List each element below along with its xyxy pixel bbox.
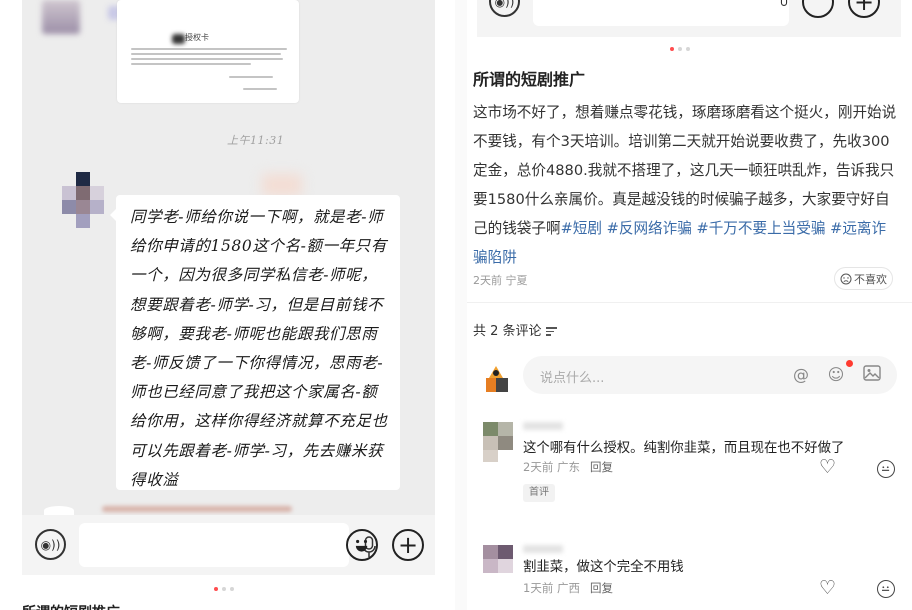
next-message-peek bbox=[44, 502, 94, 515]
heart-icon[interactable]: ♡ bbox=[819, 579, 836, 598]
comment-placeholder: 说点什么... bbox=[540, 371, 605, 386]
notification-dot bbox=[846, 360, 853, 367]
image-input-bar: ◉)) + bbox=[477, 0, 901, 37]
heart-icon[interactable]: ♡ bbox=[819, 458, 836, 477]
comment-count[interactable]: 共 2 条评论 bbox=[473, 320, 557, 339]
next-message-blur bbox=[102, 506, 292, 512]
commenter-avatar[interactable] bbox=[483, 422, 513, 462]
post-body: 这市场不好了，想着赚点零花钱，琢磨琢磨看这个挺火，刚开始说不要钱，有个3天培训。… bbox=[473, 98, 899, 272]
comment-count-label: 共 2 条评论 bbox=[473, 324, 542, 339]
emoji-icon[interactable]: ☺ bbox=[826, 365, 846, 385]
card-line bbox=[131, 53, 281, 55]
comment-time-location: 1天前 广西 bbox=[523, 581, 580, 595]
sad-face-icon bbox=[840, 273, 852, 284]
panel-divider bbox=[455, 0, 467, 610]
post-title: 所谓的短剧推广 bbox=[473, 70, 586, 89]
post-meta: 2天前 宁夏 bbox=[473, 274, 528, 287]
comment-input[interactable]: 说点什么... @ ☺ bbox=[523, 356, 897, 394]
commenter-avatar[interactable] bbox=[483, 545, 513, 585]
card-line bbox=[131, 58, 283, 60]
chat-input-bar: ◉)) + bbox=[22, 515, 435, 575]
card-footer-line bbox=[243, 88, 277, 90]
left-screenshot: 授权卡 上午11:31 同学老-师给你说一下啊，就是老-师给你申请的1580这个… bbox=[0, 0, 455, 610]
chat-area: 授权卡 上午11:31 同学老-师给你说一下啊，就是老-师给你申请的1580这个… bbox=[22, 0, 435, 515]
chat-text-input[interactable] bbox=[533, 0, 789, 26]
left-title-cut: 所谓的短剧推广 bbox=[22, 602, 120, 610]
message-text: 同学老-师给你说一下啊，就是老-师给你申请的1580这个名-额一年只有一个，因为… bbox=[130, 208, 388, 489]
hashtag[interactable]: #短剧 bbox=[561, 220, 602, 237]
plus-icon[interactable]: + bbox=[392, 529, 424, 561]
emoji-icon[interactable] bbox=[346, 529, 378, 561]
message-bubble[interactable]: 同学老-师给你说一下啊，就是老-师给你申请的1580这个名-额一年只有一个，因为… bbox=[110, 195, 400, 490]
hashtag[interactable]: #千万不要上当受骗 bbox=[696, 220, 825, 237]
chat-timestamp: 上午11:31 bbox=[227, 134, 285, 147]
comment-meta: 1天前 广西 回复 bbox=[523, 580, 613, 596]
authorization-card[interactable]: 授权卡 bbox=[117, 0, 299, 103]
voice-icon[interactable]: ◉)) bbox=[489, 0, 520, 17]
top-avatar-blur bbox=[42, 0, 80, 34]
emoji-reaction-icon[interactable] bbox=[877, 460, 895, 478]
comment-item: 这个哪有什么授权。纯割你韭菜，而且现在也不好做了 2天前 广东 回复 ♡ 首评 bbox=[483, 422, 903, 518]
emoji-icon[interactable] bbox=[802, 0, 834, 18]
separator bbox=[467, 302, 912, 303]
image-icon[interactable] bbox=[862, 365, 882, 385]
commenter-name-blur bbox=[523, 422, 563, 430]
sender-avatar[interactable] bbox=[62, 172, 104, 228]
comment-meta: 2天前 广东 回复 bbox=[523, 459, 613, 475]
mic-icon[interactable] bbox=[777, 0, 791, 16]
card-line bbox=[131, 63, 251, 65]
hashtag[interactable]: #反网络诈骗 bbox=[607, 220, 692, 237]
sort-icon[interactable] bbox=[545, 325, 557, 338]
dislike-button[interactable]: 不喜欢 bbox=[834, 267, 893, 290]
reply-link[interactable]: 回复 bbox=[590, 581, 613, 595]
dislike-label: 不喜欢 bbox=[854, 272, 887, 286]
blurred-element bbox=[262, 174, 302, 196]
comment-text: 割韭菜，做这个完全不用钱 bbox=[523, 560, 684, 575]
card-line bbox=[131, 48, 287, 50]
chat-text-input[interactable] bbox=[79, 523, 376, 567]
left-page-dots bbox=[214, 587, 234, 591]
emoji-reaction-icon[interactable] bbox=[877, 580, 895, 598]
card-blur bbox=[172, 34, 185, 44]
post-body-text: 这市场不好了，想着赚点零花钱，琢磨琢磨看这个挺火，刚开始说不要钱，有个3天培训。… bbox=[473, 104, 897, 237]
voice-icon[interactable]: ◉)) bbox=[35, 529, 66, 560]
comment-item: 割韭菜，做这个完全不用钱 1天前 广西 回复 ♡ bbox=[483, 545, 903, 605]
first-comment-badge: 首评 bbox=[523, 484, 555, 502]
reply-link[interactable]: 回复 bbox=[590, 460, 613, 474]
at-icon[interactable]: @ bbox=[791, 365, 811, 385]
comment-time-location: 2天前 广东 bbox=[523, 460, 580, 474]
post-panel: ◉)) + 所谓的短剧推广 这市场不好了，想着赚点零花钱，琢磨琢磨看这个挺火，刚… bbox=[467, 0, 912, 610]
my-avatar[interactable] bbox=[481, 364, 511, 394]
image-page-dots bbox=[670, 47, 690, 51]
plus-icon[interactable]: + bbox=[848, 0, 880, 18]
card-footer-line bbox=[229, 76, 273, 78]
comment-text: 这个哪有什么授权。纯割你韭菜，而且现在也不好做了 bbox=[523, 441, 845, 456]
card-title: 授权卡 bbox=[185, 33, 209, 42]
commenter-name-blur bbox=[523, 545, 563, 553]
